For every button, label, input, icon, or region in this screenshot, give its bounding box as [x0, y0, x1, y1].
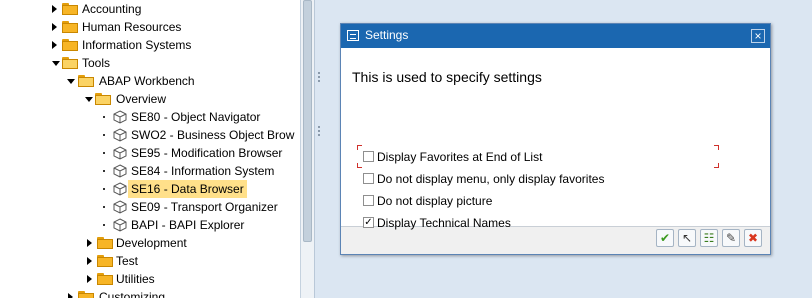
expand-arrow-icon[interactable] — [87, 239, 92, 247]
focus-corner-icon — [357, 163, 362, 168]
tree-scrollbar[interactable] — [300, 0, 314, 298]
transaction-cube-icon — [113, 200, 127, 214]
tree-node-label: ABAP Workbench — [99, 74, 195, 88]
tree-node-label: SE09 - Transport Organizer — [131, 200, 278, 214]
window-icon — [347, 30, 359, 41]
cancel-button[interactable]: ✖ — [744, 229, 762, 247]
bullet-icon — [103, 152, 105, 154]
tree-node-label: Tools — [82, 56, 111, 70]
transaction-cube-icon — [113, 146, 127, 160]
continue-button[interactable]: ✔ — [656, 229, 674, 247]
folder-icon — [97, 273, 113, 285]
select-button[interactable]: ☷ — [700, 229, 718, 247]
bullet-icon — [103, 188, 105, 190]
transaction-cube-icon — [113, 218, 127, 232]
settings-dialog: Settings × This is used to specify setti… — [340, 23, 771, 255]
dialog-titlebar[interactable]: Settings × — [341, 24, 770, 48]
folder-icon — [62, 39, 78, 51]
tree-node-label: SE95 - Modification Browser — [131, 146, 283, 160]
tree-node-label: SE16 - Data Browser — [128, 180, 247, 198]
transaction-cube-icon — [113, 110, 127, 124]
splitter-grip-dot — [318, 134, 320, 136]
folder-icon — [62, 21, 78, 33]
tree-node-label: Test — [116, 254, 139, 268]
splitter-grip-dot — [318, 130, 320, 132]
dialog-heading: This is used to specify settings — [352, 69, 542, 85]
open-folder-icon — [78, 75, 94, 87]
pane-splitter[interactable] — [314, 0, 320, 298]
option-label: Do not display menu, only display favori… — [377, 172, 605, 186]
tree-node-label: SE84 - Information System — [131, 164, 275, 178]
bullet-icon — [103, 134, 105, 136]
tree-node-label: Utilities — [116, 272, 155, 286]
fetch-button[interactable]: ↖ — [678, 229, 696, 247]
focus-corner-icon — [714, 163, 719, 168]
folder-icon — [78, 291, 94, 298]
splitter-grip-dot — [318, 72, 320, 74]
collapse-arrow-icon[interactable] — [85, 97, 93, 102]
expand-arrow-icon[interactable] — [52, 41, 57, 49]
tree-node-label: Information Systems — [82, 38, 192, 52]
expand-arrow-icon[interactable] — [87, 257, 92, 265]
scrollbar-thumb[interactable] — [303, 0, 312, 242]
dialog-title: Settings — [365, 28, 409, 42]
checkbox[interactable] — [363, 151, 374, 162]
folder-icon — [97, 255, 113, 267]
tree-node-label: SE80 - Object Navigator — [131, 110, 261, 124]
tree-node-label: Accounting — [82, 2, 142, 16]
bullet-icon — [103, 224, 105, 226]
tree-node-label: SWO2 - Business Object Brow — [131, 128, 295, 142]
collapse-arrow-icon[interactable] — [67, 79, 75, 84]
tree-node-label: Customizing — [99, 290, 166, 298]
collapse-arrow-icon[interactable] — [52, 61, 60, 66]
tree-node-label: Overview — [116, 92, 167, 106]
edit-button[interactable]: ✎ — [722, 229, 740, 247]
menu-tree: Accounting Human Resources Information S… — [0, 0, 300, 298]
checkbox[interactable] — [363, 173, 374, 184]
focus-corner-icon — [714, 145, 719, 150]
focus-corner-icon — [357, 145, 362, 150]
tree-node-label: Development — [116, 236, 187, 250]
splitter-grip-dot — [318, 80, 320, 82]
transaction-cube-icon — [113, 182, 127, 196]
close-icon[interactable]: × — [751, 29, 765, 43]
tree-node-label: BAPI - BAPI Explorer — [131, 218, 245, 232]
bullet-icon — [103, 206, 105, 208]
expand-arrow-icon[interactable] — [87, 275, 92, 283]
bullet-icon — [103, 170, 105, 172]
dialog-button-bar: ✔ ↖ ☷ ✎ ✖ — [341, 227, 770, 254]
option-label: Display Favorites at End of List — [377, 150, 543, 164]
folder-icon — [62, 3, 78, 15]
tree-node-label: Human Resources — [82, 20, 182, 34]
dialog-body: This is used to specify settings Display… — [341, 48, 770, 230]
open-folder-icon — [62, 57, 78, 69]
transaction-cube-icon — [113, 128, 127, 142]
expand-arrow-icon[interactable] — [68, 293, 73, 298]
splitter-grip-dot — [318, 126, 320, 128]
open-folder-icon — [95, 93, 111, 105]
checkbox[interactable] — [363, 195, 374, 206]
expand-arrow-icon[interactable] — [52, 5, 57, 13]
transaction-cube-icon — [113, 164, 127, 178]
bullet-icon — [103, 116, 105, 118]
folder-icon — [97, 237, 113, 249]
splitter-grip-dot — [318, 76, 320, 78]
option-label: Do not display picture — [377, 194, 493, 208]
expand-arrow-icon[interactable] — [52, 23, 57, 31]
